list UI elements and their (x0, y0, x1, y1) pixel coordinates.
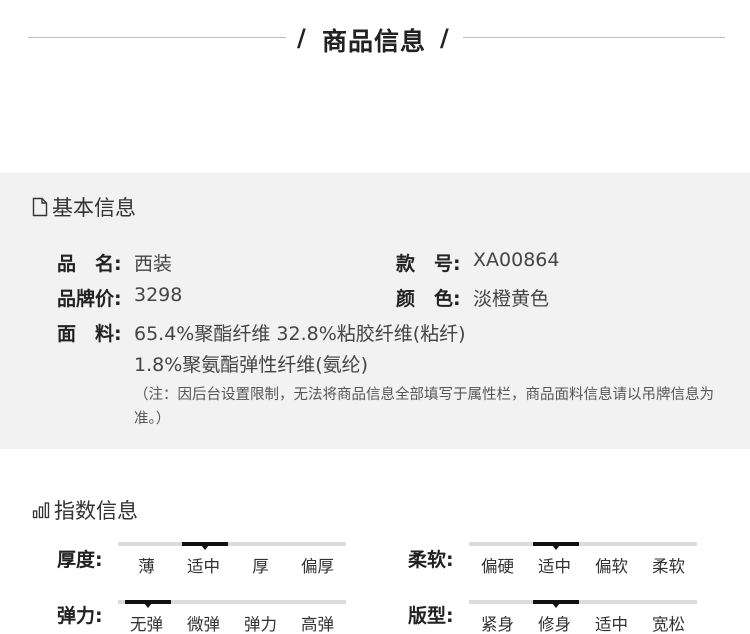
scale-option: 适中 (538, 557, 571, 576)
color-label: 颜 色: (396, 288, 461, 310)
price-value: 3298 (134, 284, 183, 306)
model-value: XA00864 (473, 249, 560, 271)
scale-option: 薄 (138, 557, 155, 576)
fabric-note: （注：因后台设置限制，无法将商品信息全部填写于属性栏，商品面料信息请以吊牌信息为… (134, 387, 714, 427)
scale-option: 柔软 (652, 557, 685, 576)
scale-option: 适中 (187, 557, 220, 576)
scale-label: 弹力: (57, 605, 103, 627)
model-label: 款 号: (396, 253, 461, 275)
page-title: 商品信息 (322, 27, 427, 56)
scale-track (469, 600, 697, 604)
scale-marker-icon (551, 603, 560, 608)
index-info-panel: 指数信息 厚度: 薄适中厚偏厚 柔软: 偏硬 适中 偏软 柔软 弹力: 无弹 微弹 弹力 高弹 版型: 紧… (0, 449, 750, 634)
scale-option: 厚 (252, 557, 269, 576)
index-info-title: 指数信息 (54, 499, 138, 523)
name-value: 西装 (134, 253, 173, 275)
scale-option: 微弹 (187, 615, 220, 634)
basic-info-heading: 基本信息 (32, 192, 136, 222)
scale-option: 无弹 (130, 615, 163, 634)
scale-marker-icon (551, 545, 560, 550)
header-slash-right: / (440, 24, 449, 52)
scale-label: 柔软: (408, 549, 454, 571)
rating-scale: 偏硬 适中 偏软 柔软 (469, 542, 697, 576)
scale-marker-icon (200, 545, 209, 550)
document-icon (32, 197, 48, 217)
section-header: / 商品信息 / (0, 0, 750, 76)
header-divider-right (463, 37, 725, 38)
scale-track (118, 542, 346, 546)
index-info-heading: 指数信息 (32, 495, 138, 525)
header-divider-left (28, 37, 286, 38)
scale-option: 适中 (595, 615, 628, 634)
scale-option: 偏硬 (481, 557, 514, 576)
scale-option: 弹力 (244, 615, 277, 634)
scale-track (469, 542, 697, 546)
scale-option: 紧身 (481, 615, 514, 634)
header-slash-left: / (297, 24, 306, 52)
scale-option: 宽松 (652, 615, 685, 634)
scale-option: 偏软 (595, 557, 628, 576)
fabric-line-2: 1.8%聚氨酯弹性纤维(氨纶) (134, 354, 369, 376)
bar-chart-icon (32, 502, 50, 519)
scale-option: 高弹 (301, 615, 334, 634)
basic-info-panel: 基本信息 品 名: 西装 款 号: XA00864 品牌价: 3298 颜 色:… (0, 173, 750, 449)
rating-scale: 紧身 修身 适中 宽松 (469, 600, 697, 634)
color-value: 淡橙黄色 (473, 288, 550, 310)
scale-option: 修身 (538, 615, 571, 634)
scale-label: 版型: (408, 605, 454, 627)
name-label: 品 名: (57, 253, 122, 275)
scale-label: 厚度: (57, 549, 103, 571)
scale-marker-icon (143, 603, 152, 608)
fabric-label: 面 料: (57, 323, 122, 345)
fabric-line-1: 65.4%聚酯纤维 32.8%粘胶纤维(粘纤) (134, 323, 466, 345)
price-label: 品牌价: (57, 288, 122, 310)
rating-scale: 无弹 微弹 弹力 高弹 (118, 600, 346, 634)
rating-scale: 薄 适中 厚 偏厚 (118, 542, 346, 576)
scale-option: 偏厚 (301, 557, 334, 576)
basic-info-title: 基本信息 (52, 196, 136, 220)
